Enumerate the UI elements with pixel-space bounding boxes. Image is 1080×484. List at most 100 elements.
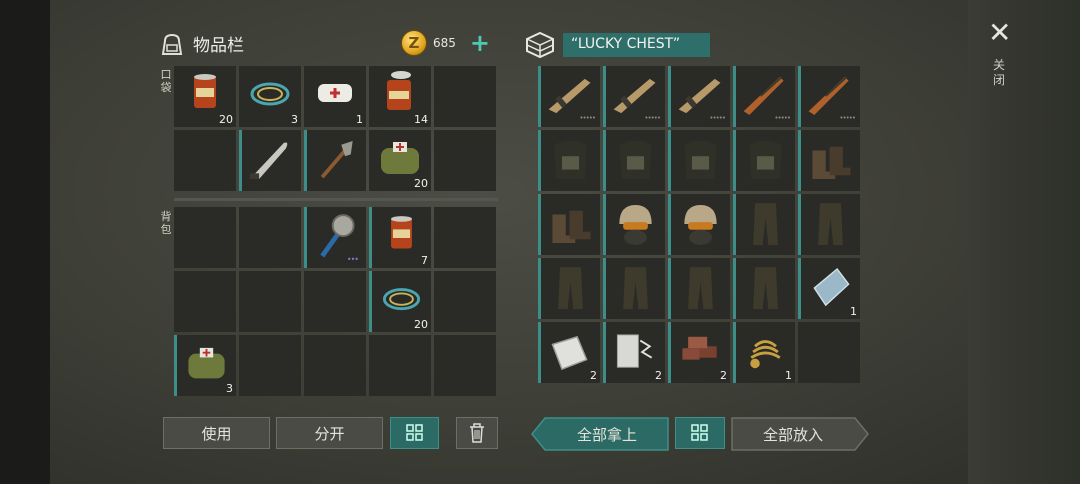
tactical-vest-icon xyxy=(619,140,652,180)
add-coins-button[interactable]: + xyxy=(470,31,490,55)
backpack-slot[interactable] xyxy=(239,207,301,268)
chest-slot[interactable] xyxy=(538,130,600,191)
chest-slot[interactable] xyxy=(603,194,665,255)
trash-icon xyxy=(470,423,484,443)
chest-slot[interactable]: 2 xyxy=(668,322,730,383)
chest-slot[interactable] xyxy=(733,194,795,255)
backpack-slot[interactable] xyxy=(434,207,496,268)
tactical-vest-icon xyxy=(554,140,587,180)
backpack-slot[interactable] xyxy=(369,335,431,396)
chest-slot[interactable]: 2 xyxy=(538,322,600,383)
close-icon[interactable]: ✕ xyxy=(988,19,1011,47)
chest-slot[interactable] xyxy=(798,130,860,191)
chest-slot[interactable]: ••••• xyxy=(798,66,860,127)
backpack-slot[interactable] xyxy=(239,335,301,396)
pocket-slot[interactable] xyxy=(434,66,496,127)
tactical-pants-icon xyxy=(623,267,648,309)
tactical-helmet-icon xyxy=(684,204,717,245)
left-bezel xyxy=(0,0,50,484)
chest-slot[interactable]: ••••• xyxy=(733,66,795,127)
split-button[interactable]: 分开 xyxy=(276,417,383,449)
chest-slot[interactable] xyxy=(733,130,795,191)
tactical-pants-icon xyxy=(558,267,583,309)
put-all-button[interactable]: 全部放入 xyxy=(732,418,854,450)
durability-dots: ••••• xyxy=(709,114,726,122)
inventory-title: 物品栏 xyxy=(193,36,244,56)
backpack-slot[interactable] xyxy=(434,335,496,396)
chest-slot[interactable] xyxy=(668,130,730,191)
inventory-screen: 物品栏 Z 685 + “LUCKY CHEST” 口袋 背包 20 3 1 14 20… xyxy=(0,0,1080,484)
chest-slot[interactable]: ••••• xyxy=(603,66,665,127)
chest-slot[interactable] xyxy=(798,194,860,255)
inventory-header: 物品栏 xyxy=(159,31,244,56)
grid-icon xyxy=(691,424,708,441)
backpack-slot[interactable] xyxy=(304,271,366,332)
coin-count: 685 xyxy=(433,36,456,50)
chest-slot[interactable] xyxy=(538,194,600,255)
sort-inventory-button[interactable] xyxy=(390,417,439,449)
coin-symbol: Z xyxy=(408,34,420,52)
take-all-button[interactable]: 全部拿上 xyxy=(546,418,668,450)
pocket-slot[interactable]: 3 xyxy=(239,66,301,127)
trash-button[interactable] xyxy=(456,417,498,449)
rarity-dots: ••• xyxy=(346,255,359,264)
tactical-vest-icon xyxy=(684,140,717,180)
right-panel xyxy=(968,0,1080,484)
close-label: 关闭 xyxy=(992,58,1005,87)
chest-slot[interactable]: 1 xyxy=(733,322,795,383)
item-quantity: 2 xyxy=(720,369,727,382)
backpack-slot[interactable]: ••• xyxy=(304,207,366,268)
backpack-slot[interactable] xyxy=(434,271,496,332)
item-quantity: 7 xyxy=(421,254,428,267)
pocket-slot[interactable]: 1 xyxy=(304,66,366,127)
chest-slot[interactable] xyxy=(668,194,730,255)
pocket-slot[interactable] xyxy=(174,130,236,191)
backpack-slot[interactable]: 3 xyxy=(174,335,236,396)
chest-slot[interactable]: ••••• xyxy=(538,66,600,127)
item-quantity: 1 xyxy=(356,113,363,126)
grid-icon xyxy=(405,424,423,441)
backpack-slot[interactable]: 7 xyxy=(369,207,431,268)
tactical-boots-icon xyxy=(552,210,591,244)
item-quantity: 20 xyxy=(414,318,428,331)
item-quantity: 3 xyxy=(226,382,233,395)
chest-slot[interactable]: 1 xyxy=(798,258,860,319)
item-quantity: 1 xyxy=(850,305,857,318)
backpack-slot[interactable] xyxy=(304,335,366,396)
tactical-pants-icon xyxy=(753,203,778,245)
chest-name: “LUCKY CHEST” xyxy=(563,33,710,57)
sort-chest-button[interactable] xyxy=(675,417,725,449)
pocket-slot[interactable]: 20 xyxy=(369,130,431,191)
chest-slot[interactable] xyxy=(668,258,730,319)
chest-slot[interactable]: ••••• xyxy=(668,66,730,127)
chest-slot[interactable] xyxy=(798,322,860,383)
backpack-label: 背包 xyxy=(160,210,172,236)
chest-slot[interactable] xyxy=(603,130,665,191)
section-divider xyxy=(174,198,498,201)
tactical-helmet-icon xyxy=(619,204,652,245)
tactical-boots-icon xyxy=(812,146,851,180)
pocket-slot[interactable]: 14 xyxy=(369,66,431,127)
item-quantity: 14 xyxy=(414,113,428,126)
chest-slot[interactable] xyxy=(538,258,600,319)
tactical-vest-icon xyxy=(749,140,782,180)
item-quantity: 2 xyxy=(655,369,662,382)
chest-slot[interactable]: 2 xyxy=(603,322,665,383)
machete-icon xyxy=(249,142,288,180)
chest-slot[interactable] xyxy=(733,258,795,319)
pocket-slot[interactable] xyxy=(434,130,496,191)
durability-dots: ••••• xyxy=(774,114,791,122)
pocket-slot[interactable] xyxy=(304,130,366,191)
backpack-slot[interactable] xyxy=(174,271,236,332)
chest-icon xyxy=(526,31,554,59)
item-quantity: 2 xyxy=(590,369,597,382)
pocket-slot[interactable] xyxy=(239,130,301,191)
pocket-slot[interactable]: 20 xyxy=(174,66,236,127)
backpack-slot[interactable] xyxy=(239,271,301,332)
pocket-label: 口袋 xyxy=(160,68,172,94)
use-button[interactable]: 使用 xyxy=(163,417,270,449)
backpack-slot[interactable] xyxy=(174,207,236,268)
chest-slot[interactable] xyxy=(603,258,665,319)
backpack-slot[interactable]: 20 xyxy=(369,271,431,332)
item-quantity: 3 xyxy=(291,113,298,126)
